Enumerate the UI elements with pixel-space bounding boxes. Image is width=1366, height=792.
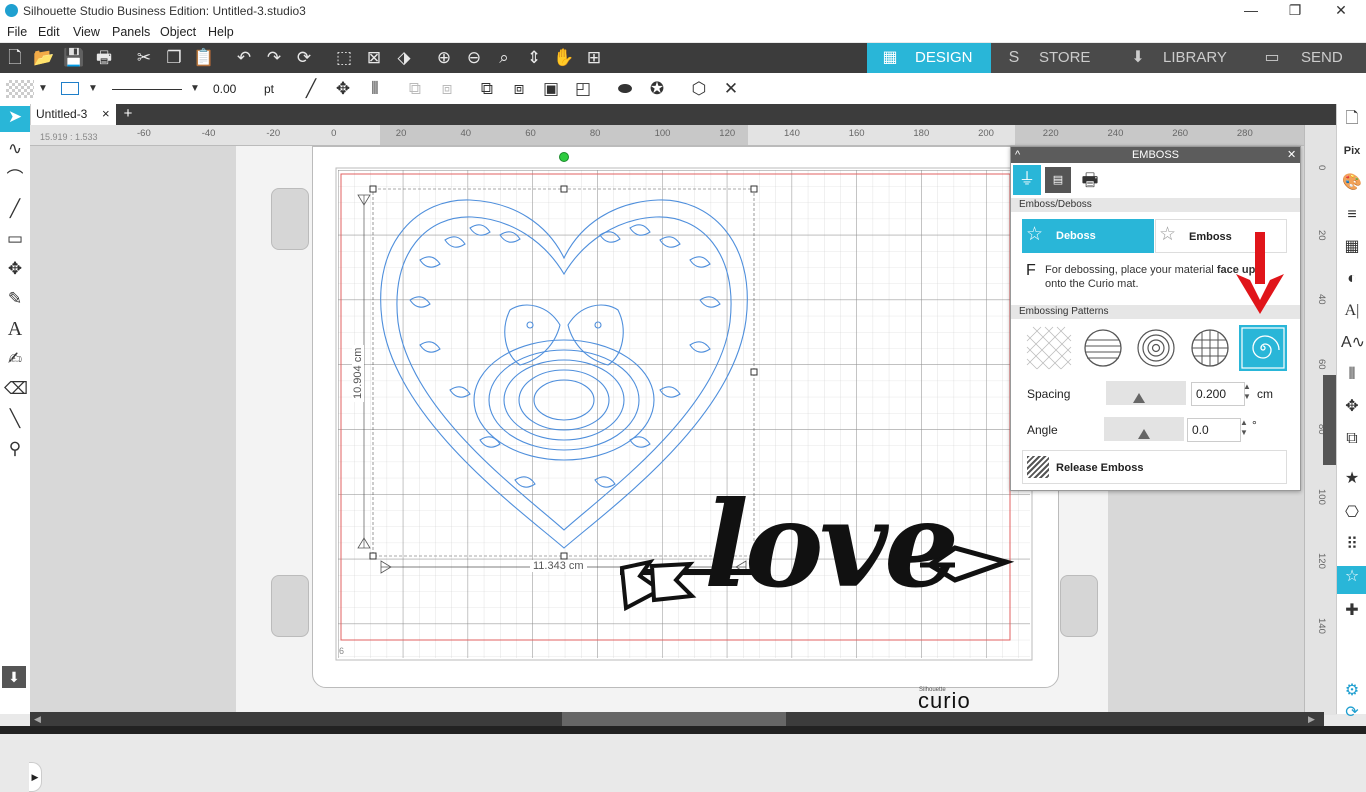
expand-panel-button[interactable]: ▶: [29, 762, 42, 792]
crosshatch-pattern[interactable]: [1025, 325, 1073, 371]
mat-corner-number: 6: [339, 646, 345, 656]
spacing-input[interactable]: 0.200: [1191, 382, 1245, 406]
angle-input[interactable]: 0.0: [1187, 418, 1241, 442]
emboss-panel-icon[interactable]: ☆: [1337, 566, 1366, 594]
rotate-handle[interactable]: [559, 152, 569, 162]
release-emboss-button[interactable]: Release Emboss: [1022, 450, 1287, 484]
emboss-tab-icon[interactable]: ⏚: [1013, 165, 1041, 195]
spacing-unit: cm: [1257, 387, 1273, 401]
angle-slider[interactable]: [1104, 417, 1184, 441]
ruler-tick-label: 100: [1316, 488, 1327, 505]
love-text[interactable]: love: [704, 470, 959, 620]
ruler-tick-label: 20: [1316, 229, 1327, 241]
spacing-slider[interactable]: [1106, 381, 1186, 405]
angle-label: Angle: [1027, 423, 1058, 437]
ruler-tick-label: 0: [1316, 165, 1327, 171]
ruler-tick-label: 60: [1316, 359, 1327, 370]
panel-close-icon[interactable]: ✕: [1287, 147, 1296, 163]
height-dimension-label: 10.904 cm: [352, 344, 364, 402]
scroll-right-icon[interactable]: ▶: [1308, 714, 1315, 725]
right-panel-bar: 🗋 Pix 🎨 ≡ ▦ ◐ A| A∿ ⫴ ✥ ⧉ ★ ⎔ ⠿ ☆ ✚ ⚙ ⟳: [1336, 104, 1366, 721]
align-panel-icon[interactable]: ⫴: [1341, 364, 1363, 386]
transform-icon[interactable]: ✥: [1341, 396, 1363, 418]
print-mode-icon[interactable]: 🖶: [1077, 167, 1103, 193]
horizontal-scroll-thumb[interactable]: [562, 712, 786, 726]
emboss-panel-header: EMBOSS: [1011, 147, 1300, 163]
collapse-icon[interactable]: ^: [1015, 147, 1020, 163]
scroll-left-icon[interactable]: ◀: [34, 714, 41, 725]
replicate-icon[interactable]: ⧉: [1341, 428, 1363, 450]
concentric-circles-pattern[interactable]: [1132, 325, 1180, 371]
contrast-icon[interactable]: ◐: [1341, 268, 1363, 290]
red-annotation-arrow-icon: [1236, 232, 1284, 314]
fill-palette-icon[interactable]: 🎨: [1341, 172, 1363, 194]
star-outline-icon: ☆: [1159, 224, 1177, 245]
offset-icon[interactable]: ⎔: [1341, 502, 1363, 524]
release-emboss-icon: [1027, 456, 1049, 478]
fill-pattern-icon[interactable]: ▦: [1341, 236, 1363, 258]
grid-circle-pattern[interactable]: [1186, 325, 1234, 371]
curio-brand-label: curio: [918, 688, 971, 713]
puzzle-icon[interactable]: ✚: [1341, 600, 1363, 622]
star-panel-icon[interactable]: ★: [1341, 468, 1363, 490]
text-path-icon[interactable]: A∿: [1341, 332, 1365, 354]
tool-settings-icon[interactable]: ▤: [1045, 167, 1071, 193]
hint-letter: F: [1026, 262, 1036, 279]
settings-gear-icon[interactable]: ⚙: [1341, 680, 1363, 702]
page-setup-icon[interactable]: 🗋: [1341, 108, 1363, 130]
angle-stepper[interactable]: ▲ ▼: [1240, 418, 1248, 438]
bottom-strip: [0, 726, 1366, 734]
star-outline-icon: ☆: [1026, 224, 1044, 245]
ruler-tick-label: 40: [1316, 294, 1327, 305]
horizontal-scrollbar[interactable]: ◀ ▶: [30, 712, 1324, 726]
spacing-stepper[interactable]: ▲ ▼: [1243, 382, 1251, 402]
text-style-icon[interactable]: A|: [1341, 300, 1363, 322]
pixscan-icon[interactable]: Pix: [1341, 140, 1363, 162]
spacing-label: Spacing: [1027, 387, 1071, 401]
horizontal-lines-pattern[interactable]: [1079, 325, 1127, 371]
line-style-icon[interactable]: ≡: [1341, 204, 1363, 226]
width-dimension-label: 11.343 cm: [530, 560, 587, 572]
deboss-button[interactable]: ☆ Deboss: [1022, 219, 1154, 253]
vertical-ruler: 0 20 40 60 80 100 120 140: [1304, 125, 1337, 715]
ruler-tick-label: 120: [1316, 553, 1327, 570]
sync-icon[interactable]: ⟳: [1341, 702, 1363, 724]
angle-unit: °: [1252, 418, 1257, 432]
trace-icon[interactable]: ⠿: [1341, 534, 1363, 556]
vertical-scroll-thumb[interactable]: [1323, 375, 1337, 465]
ruler-tick-label: 140: [1316, 617, 1327, 634]
spiral-pattern[interactable]: [1239, 325, 1287, 371]
emboss-deboss-section: Emboss/Deboss: [1011, 198, 1300, 212]
